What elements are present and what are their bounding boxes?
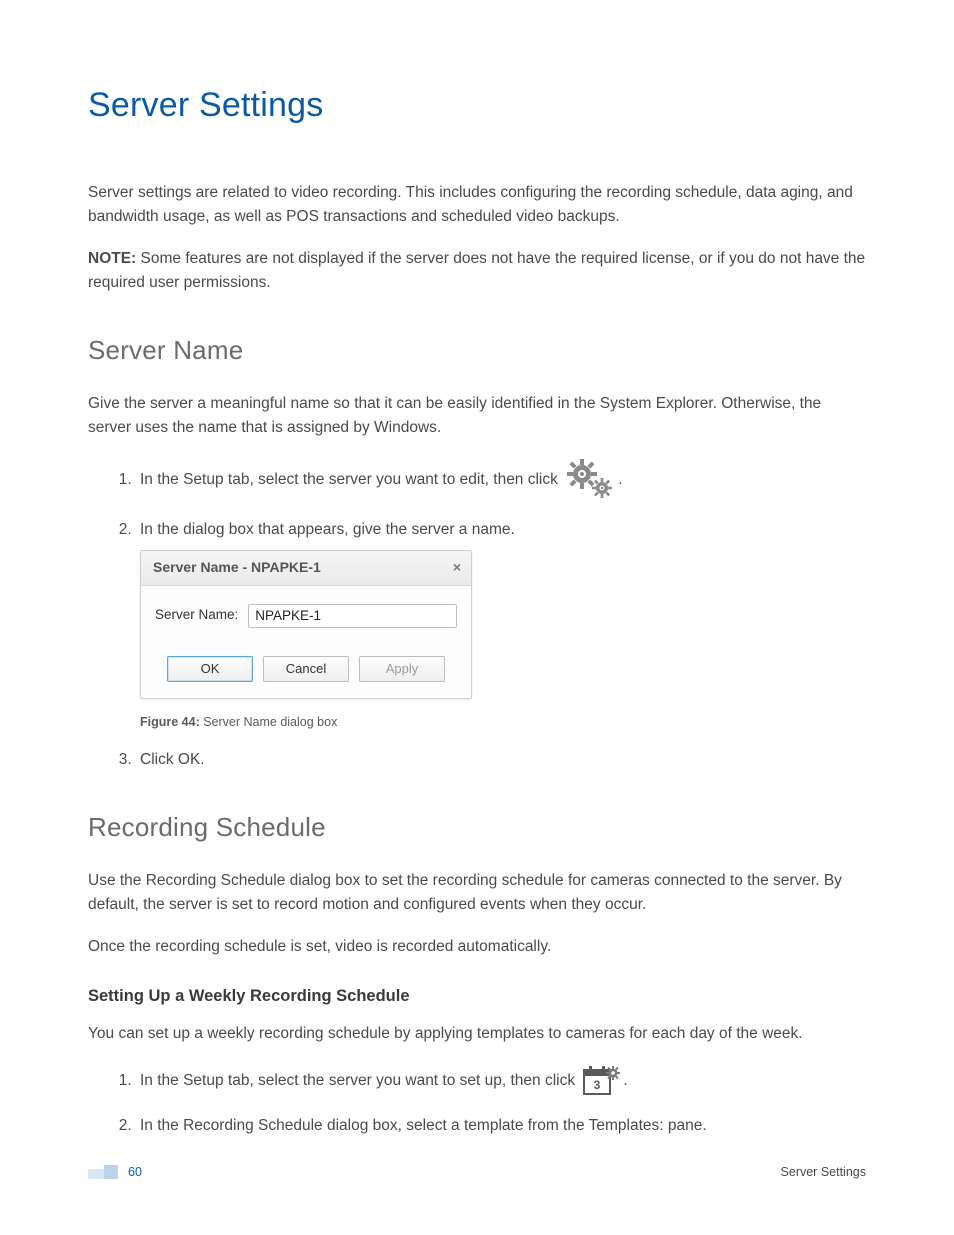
dialog-body: Server Name: (141, 586, 471, 656)
weekly-intro: You can set up a weekly recording schedu… (88, 1022, 866, 1046)
footer-logo-blocks (88, 1165, 118, 1179)
server-name-steps: In the Setup tab, select the server you … (88, 458, 866, 772)
close-icon[interactable]: × (453, 557, 461, 579)
step-1-text-b: . (618, 471, 622, 488)
apply-button[interactable]: Apply (359, 656, 445, 682)
step-1: In the Setup tab, select the server you … (136, 458, 866, 502)
server-name-field-label: Server Name: (155, 605, 238, 626)
recording-p1: Use the Recording Schedule dialog box to… (88, 869, 866, 917)
page-footer: 60 Server Settings (0, 1165, 954, 1179)
recording-p2: Once the recording schedule is set, vide… (88, 935, 866, 959)
weekly-step-1-text-a: In the Setup tab, select the server you … (140, 1072, 575, 1089)
step-3: Click OK. (136, 748, 866, 772)
weekly-steps: In the Setup tab, select the server you … (88, 1064, 866, 1138)
footer-left: 60 (88, 1165, 142, 1179)
weekly-step-1: In the Setup tab, select the server you … (136, 1064, 866, 1098)
step-3-text-a: Click (140, 751, 178, 768)
footer-section-label: Server Settings (781, 1165, 866, 1179)
gears-icon (564, 458, 616, 502)
dialog-titlebar: Server Name - NPAPKE-1 × (141, 551, 471, 586)
svg-text:3: 3 (594, 1078, 601, 1092)
server-name-dialog: Server Name - NPAPKE-1 × Server Name: OK… (140, 550, 472, 699)
step-2-text: In the dialog box that appears, give the… (140, 521, 515, 538)
figure-caption: Figure 44: Server Name dialog box (140, 713, 866, 732)
page-title: Server Settings (88, 86, 866, 125)
subsection-weekly: Setting Up a Weekly Recording Schedule (88, 987, 866, 1006)
server-name-intro: Give the server a meaningful name so tha… (88, 392, 866, 440)
weekly-step-1-text-b: . (623, 1072, 627, 1089)
step-2: In the dialog box that appears, give the… (136, 518, 866, 732)
server-name-input[interactable] (248, 604, 457, 628)
figure-label: Figure 44: (140, 715, 200, 729)
note-body: Some features are not displayed if the s… (88, 250, 865, 291)
section-recording-schedule: Recording Schedule (88, 812, 866, 843)
intro-paragraph: Server settings are related to video rec… (88, 181, 866, 229)
figure-text: Server Name dialog box (200, 715, 338, 729)
note-label: NOTE: (88, 250, 136, 267)
step-1-text-a: In the Setup tab, select the server you … (140, 471, 558, 488)
weekly-step-2-text: In the Recording Schedule dialog box, se… (140, 1117, 707, 1134)
step-3-ok: OK (178, 751, 200, 768)
page-number: 60 (128, 1165, 142, 1179)
dialog-figure: Server Name - NPAPKE-1 × Server Name: OK… (140, 550, 866, 732)
ok-button[interactable]: OK (167, 656, 253, 682)
weekly-step-2: In the Recording Schedule dialog box, se… (136, 1114, 866, 1138)
calendar-gear-icon: 3 (581, 1064, 621, 1098)
step-3-text-c: . (200, 751, 204, 768)
dialog-title: Server Name - NPAPKE-1 (153, 557, 321, 579)
note-paragraph: NOTE: Some features are not displayed if… (88, 247, 866, 295)
section-server-name: Server Name (88, 335, 866, 366)
cancel-button[interactable]: Cancel (263, 656, 349, 682)
dialog-buttons: OK Cancel Apply (141, 656, 471, 698)
